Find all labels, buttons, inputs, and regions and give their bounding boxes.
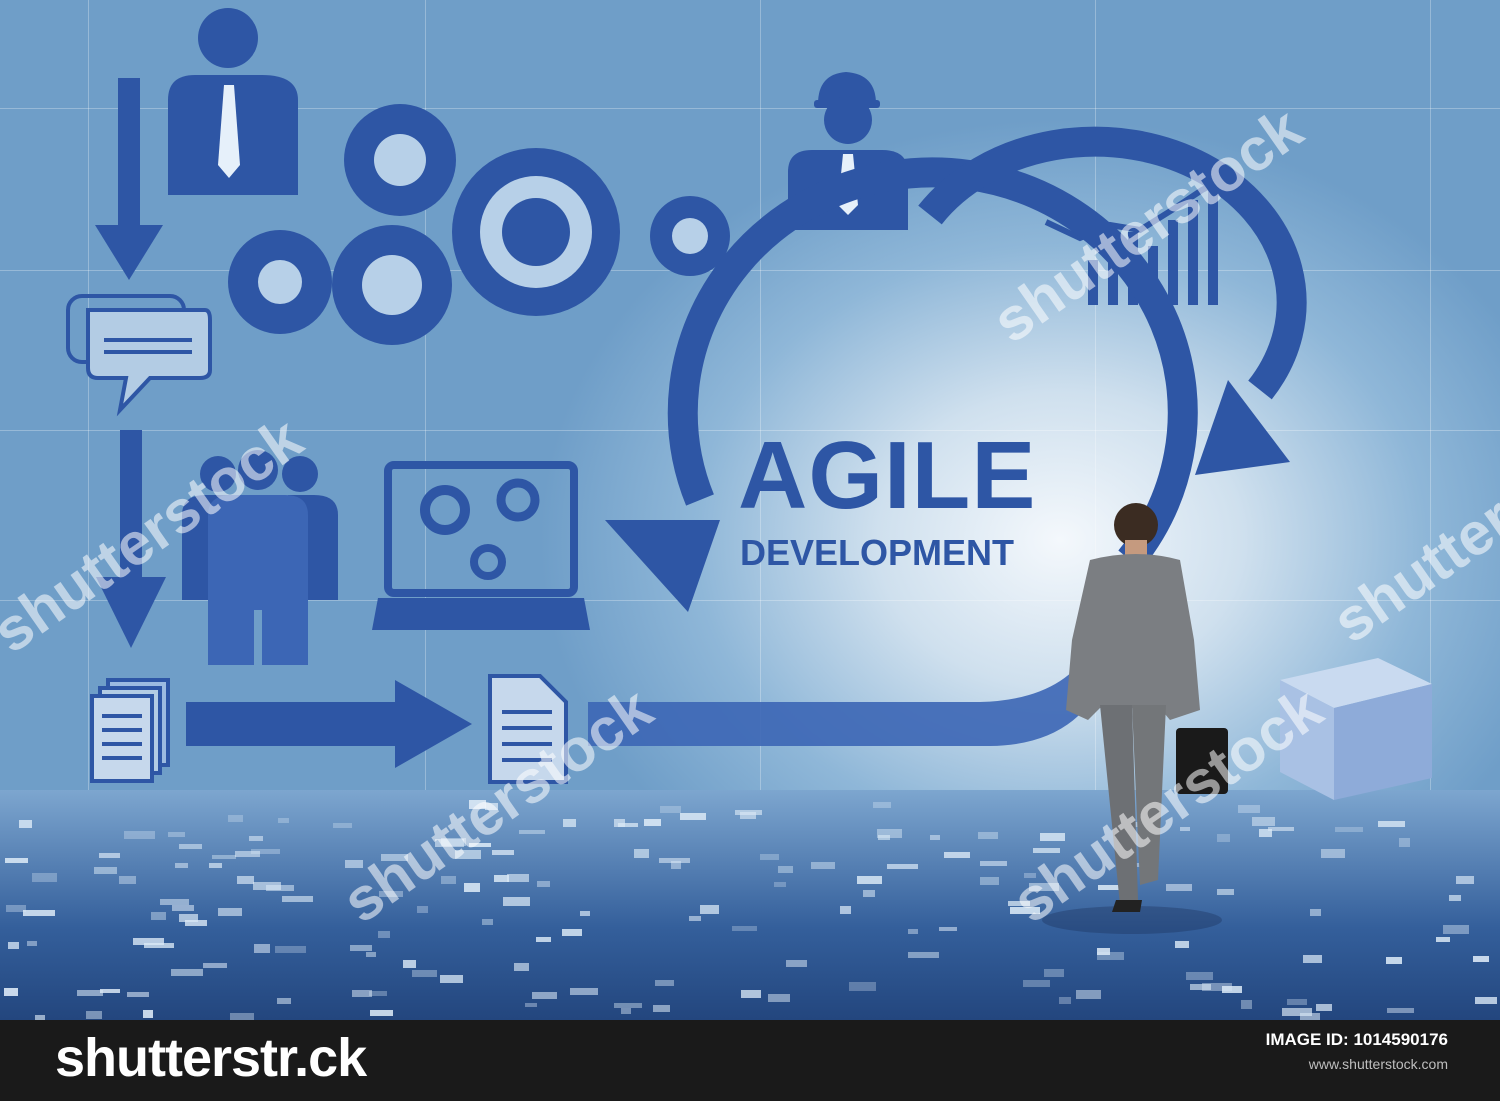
loop-arrowhead-icon	[605, 520, 720, 612]
flow-line	[588, 650, 1108, 746]
subheadline: DEVELOPMENT	[740, 532, 1015, 573]
chat-icon	[66, 294, 212, 417]
documents-icon	[90, 678, 170, 783]
shutterstock-logo: shutterstr.ck	[55, 1028, 367, 1088]
stock-photo: AGILE DEVELOPMENT shutterstock shutterst…	[0, 0, 1500, 1020]
loop-arrowhead-icon	[1195, 380, 1290, 475]
image-id: IMAGE ID: 1014590176	[1265, 1030, 1448, 1049]
gears-icon	[228, 104, 730, 345]
right-arrow-icon	[186, 680, 472, 768]
headline: AGILE	[738, 422, 1037, 529]
laptop-icon	[372, 461, 590, 630]
down-arrow-icon	[95, 78, 163, 280]
site-url: www.shutterstock.com	[1308, 1056, 1448, 1072]
manager-icon	[168, 8, 298, 195]
